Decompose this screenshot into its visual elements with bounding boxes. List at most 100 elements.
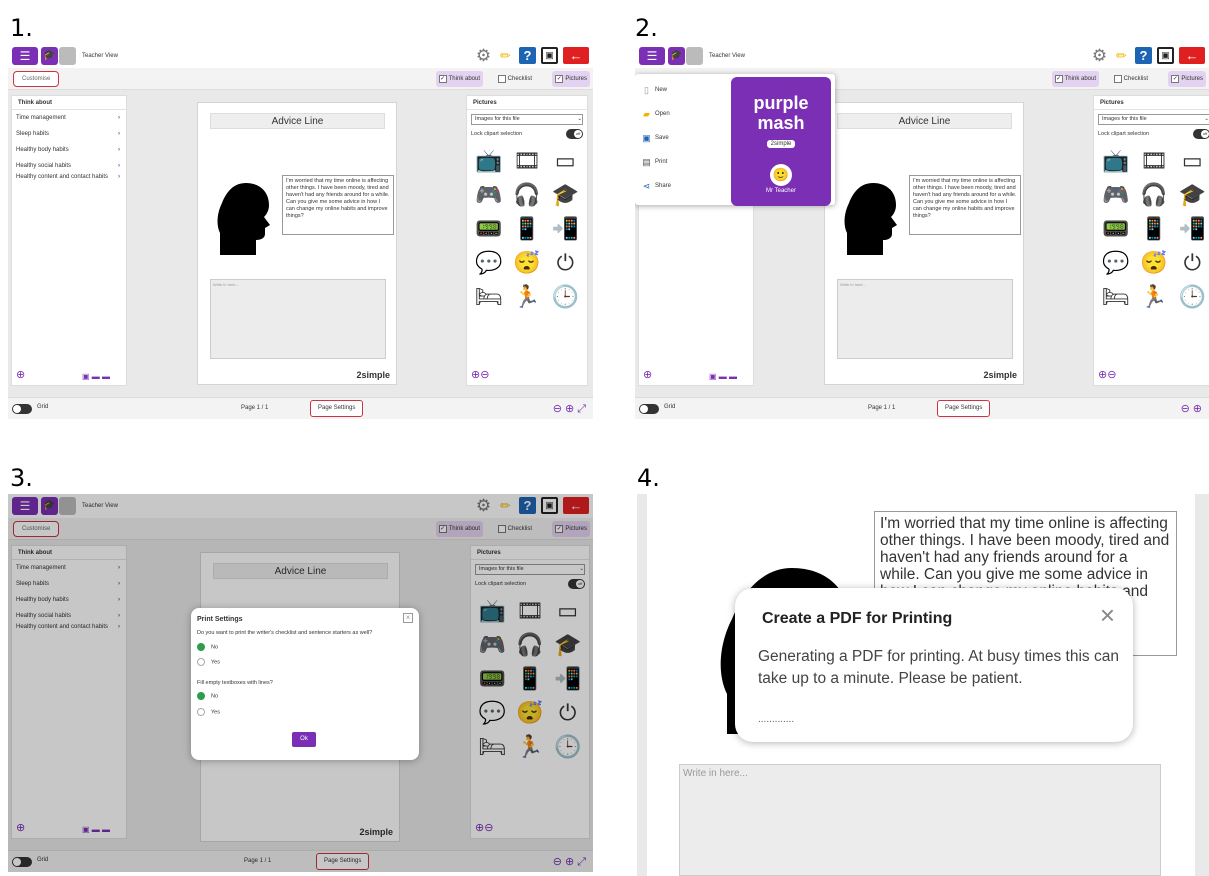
think-item[interactable]: Time management › — [12, 110, 126, 126]
presentation-icon[interactable]: ▣ — [1157, 47, 1174, 64]
power-icon[interactable]: ⏻ — [1176, 248, 1209, 277]
advice-title[interactable]: Advice Line — [837, 113, 1012, 129]
phone-hand-icon[interactable]: 📲 — [1176, 214, 1209, 243]
lock-switch[interactable]: off — [566, 129, 583, 139]
think-about-toggle[interactable]: ✓ Think about — [1051, 71, 1099, 87]
write-box[interactable]: Write in here... — [837, 279, 1013, 359]
clock-icon[interactable]: 🕒 — [549, 282, 582, 311]
headphones-icon[interactable]: 🎧 — [510, 180, 543, 209]
images-select[interactable]: Images for this file ⌄ — [1098, 114, 1209, 125]
pictures-toggle[interactable]: ✓ Pictures — [1168, 71, 1206, 87]
grid-switch[interactable] — [639, 404, 659, 414]
menu-button[interactable]: ☰ — [12, 47, 38, 65]
advice-title[interactable]: Advice Line — [210, 113, 385, 129]
running-person-icon[interactable]: 🏃 — [510, 282, 543, 311]
add-remove-icons[interactable]: ⊕⊖ — [1098, 368, 1116, 381]
lock-switch[interactable]: off — [1193, 129, 1209, 139]
clock-icon[interactable]: 🕒 — [1176, 282, 1209, 311]
radio-selected[interactable] — [197, 643, 205, 651]
headphones-icon[interactable]: 🎧 — [1137, 180, 1170, 209]
tablet-icon[interactable]: 📟 — [472, 214, 505, 243]
gamepad-icon[interactable]: 🎮 — [1099, 180, 1132, 209]
back-arrow-icon[interactable]: ← — [563, 47, 589, 64]
gear-icon[interactable]: ⚙ — [475, 47, 492, 64]
write-box[interactable]: Write in here... — [210, 279, 386, 359]
speech-bubble[interactable]: I'm worried that my time online is affec… — [909, 175, 1021, 235]
app-window: ☰ 🎓 Teacher View ⚙ ✏ ? ▣ ← Customise ✓ Th… — [8, 494, 593, 872]
radio-unselected[interactable] — [197, 708, 205, 716]
step-label: 3. — [10, 464, 33, 492]
teacher-cap-button[interactable]: 🎓 — [41, 47, 58, 65]
think-item[interactable]: Healthy body habits › — [12, 142, 126, 158]
presentation-icon[interactable]: ▣ — [541, 47, 558, 64]
panel-3: 3. ☰ 🎓 Teacher View ⚙ ✏ ? ▣ ← Customise … — [0, 440, 600, 876]
speech-bubble[interactable]: I'm worried that my time online is affec… — [282, 175, 394, 235]
radio-unselected[interactable] — [197, 658, 205, 666]
bed-icon[interactable]: 🛏 — [1099, 282, 1132, 311]
user-icon[interactable] — [686, 47, 703, 65]
tablet-icon[interactable]: 📟 — [1099, 214, 1132, 243]
add-icon[interactable]: ⊕ — [643, 368, 652, 381]
checklist-toggle[interactable]: Checklist — [1111, 71, 1151, 87]
save-print-icons[interactable]: ▣ ▬ ▬ — [82, 372, 110, 381]
sleepy-face-icon[interactable]: 😴 — [1137, 248, 1170, 277]
customise-button[interactable]: Customise — [13, 71, 60, 87]
avatar[interactable]: 🙂 — [770, 164, 792, 186]
film-strip-icon[interactable]: 🎞 — [510, 146, 543, 175]
running-person-icon[interactable]: 🏃 — [1137, 282, 1170, 311]
ok-button[interactable]: Ok — [292, 732, 316, 747]
q1-no-option[interactable]: No — [197, 643, 218, 651]
power-icon[interactable]: ⏻ — [549, 248, 582, 277]
pencil-icon[interactable]: ✏ — [1113, 47, 1130, 64]
chat-12-icon[interactable]: 💬 — [472, 248, 505, 277]
menu-button[interactable]: ☰ — [639, 47, 665, 65]
pictures-toggle[interactable]: ✓ Pictures — [552, 71, 590, 87]
panel-4: 4. I'm worried that my time online is af… — [609, 440, 1209, 876]
back-arrow-icon[interactable]: ← — [1179, 47, 1205, 64]
user-icon[interactable] — [59, 47, 76, 65]
tv-icon[interactable]: 📺 — [1099, 146, 1132, 175]
add-remove-icons[interactable]: ⊕⊖ — [471, 368, 489, 381]
help-icon[interactable]: ? — [519, 47, 536, 64]
q2-no-option[interactable]: No — [197, 692, 218, 700]
pencil-icon[interactable]: ✏ — [497, 47, 514, 64]
think-about-toggle[interactable]: ✓ Think about — [435, 71, 483, 87]
write-box-zoomed[interactable]: Write in here... — [679, 764, 1161, 876]
film-strip-icon[interactable]: 🎞 — [1137, 146, 1170, 175]
phone-hand-icon[interactable]: 📲 — [549, 214, 582, 243]
zoom-icons[interactable]: ⊖⊕⤢ — [553, 402, 589, 416]
grid-switch[interactable] — [12, 404, 32, 414]
images-select[interactable]: Images for this file ⌄ — [471, 114, 583, 125]
zoom-icons[interactable]: ⊖⊕ — [1181, 402, 1205, 415]
phone-icon[interactable]: 📱 — [510, 214, 543, 243]
think-item[interactable]: Healthy content and contact habits › — [12, 174, 126, 194]
radio-selected[interactable] — [197, 692, 205, 700]
think-item[interactable]: Sleep habits › — [12, 126, 126, 142]
q2-yes-option[interactable]: Yes — [197, 708, 220, 716]
gamepad-icon[interactable]: 🎮 — [472, 180, 505, 209]
phone-icon[interactable]: 📱 — [1137, 214, 1170, 243]
bed-icon[interactable]: 🛏 — [472, 282, 505, 311]
add-icon[interactable]: ⊕ — [16, 368, 25, 381]
user-name: Mr Teacher — [766, 188, 796, 194]
graduation-cap-icon[interactable]: 🎓 — [549, 180, 582, 209]
close-icon[interactable]: × — [1100, 602, 1115, 628]
picture-frame-icon[interactable]: ▭ — [1176, 146, 1209, 175]
picture-frame-icon[interactable]: ▭ — [549, 146, 582, 175]
think-item[interactable]: Healthy social habits › — [12, 158, 126, 174]
page-settings-button[interactable]: Page Settings — [937, 400, 991, 417]
page-settings-button[interactable]: Page Settings — [310, 400, 364, 417]
teacher-cap-button[interactable]: 🎓 — [668, 47, 685, 65]
q1-yes-option[interactable]: Yes — [197, 658, 220, 666]
chat-12-icon[interactable]: 💬 — [1099, 248, 1132, 277]
close-icon[interactable]: × — [403, 613, 413, 623]
checklist-toggle[interactable]: Checklist — [495, 71, 535, 87]
tv-icon[interactable]: 📺 — [472, 146, 505, 175]
pictures-label: Pictures — [1181, 76, 1203, 82]
sleepy-face-icon[interactable]: 😴 — [510, 248, 543, 277]
images-select-label: Images for this file — [1102, 116, 1147, 122]
help-icon[interactable]: ? — [1135, 47, 1152, 64]
save-print-icons[interactable]: ▣ ▬ ▬ — [709, 372, 737, 381]
gear-icon[interactable]: ⚙ — [1091, 47, 1108, 64]
graduation-cap-icon[interactable]: 🎓 — [1176, 180, 1209, 209]
